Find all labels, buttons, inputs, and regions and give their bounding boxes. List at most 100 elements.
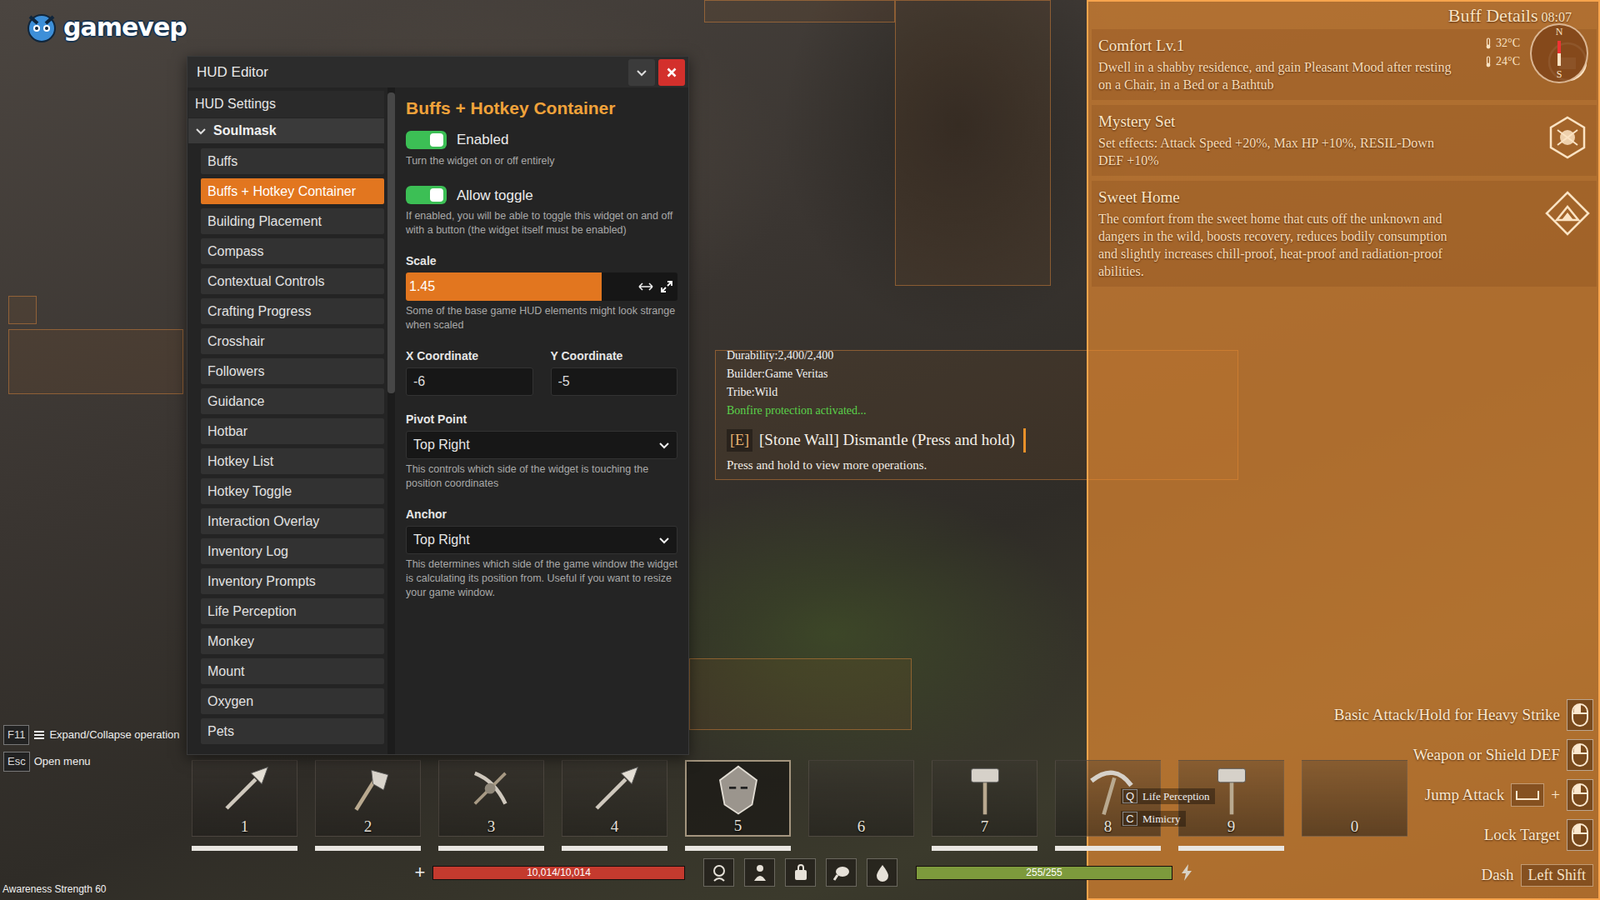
person-icon[interactable] [744, 858, 775, 887]
group-header[interactable]: Soulmask [188, 118, 385, 144]
dropdown-select[interactable]: Top Right [405, 430, 678, 460]
sidebar-item[interactable]: Buffs [200, 148, 385, 175]
sidebar-item-label: Hotbar [207, 421, 248, 442]
sidebar-item[interactable]: Pets [200, 718, 385, 745]
hotbar-slot[interactable]: 0 [1301, 760, 1408, 851]
control-label: Lock Target [1484, 825, 1560, 845]
sidebar-item[interactable]: Interaction Overlay [200, 508, 385, 535]
scale-slider[interactable]: 1.45 [405, 272, 678, 301]
sidebar-item[interactable]: Hotkey Toggle [200, 478, 385, 505]
coordinate-fields: X CoordinateY Coordinate [405, 349, 678, 396]
head-icon[interactable] [703, 858, 735, 887]
structure-info: Builder:Game Veritas [726, 365, 1026, 384]
settings-heading[interactable]: HUD Settings [188, 90, 385, 118]
horizontal-resize-icon [637, 281, 655, 292]
hotbar-slot[interactable]: 5 [685, 760, 791, 851]
toggle-switch[interactable] [405, 130, 447, 150]
sidebar-item-label: Monkey [207, 631, 255, 652]
skill-row: QLife Perception [1120, 788, 1215, 805]
dropdown-setting: AnchorTop RightThis determines which sid… [405, 507, 678, 600]
bag-icon[interactable] [785, 858, 816, 887]
hotbar-slot-frame[interactable]: 3 [438, 760, 545, 837]
collapse-button[interactable] [628, 59, 655, 86]
chevron-down-icon [195, 125, 207, 137]
temperature-readings: 32°C24°C [1484, 36, 1520, 69]
buff-text: Mystery SetSet effects: Attack Speed +20… [1098, 111, 1462, 170]
hotbar-slot[interactable]: 1 [191, 760, 298, 851]
close-button[interactable] [658, 59, 685, 86]
sidebar-item[interactable]: Building Placement [200, 208, 385, 235]
help-text: Some of the base game HUD elements might… [405, 304, 678, 333]
title-bar[interactable]: HUD Editor [187, 56, 689, 88]
sidebar-item[interactable]: Inventory Log [200, 538, 385, 565]
hotbar: 1234567890 [191, 760, 1408, 851]
hotbar-slot-frame[interactable]: 2 [315, 760, 421, 837]
hotbar-slot-frame[interactable]: 7 [931, 760, 1038, 837]
toggle-label: Allow toggle [456, 185, 534, 207]
hotbar-slot-frame[interactable]: 1 [191, 760, 298, 837]
expand-icon[interactable] [660, 280, 673, 293]
hotbar-slot-frame[interactable]: 5 [685, 760, 791, 837]
temperature-row: 24°C [1484, 55, 1520, 69]
scrollbar[interactable] [387, 87, 395, 755]
control-row: DashLeft Shift [1480, 858, 1594, 892]
interaction-overlay: Durability:2,400/2,400Builder:Game Verit… [726, 346, 1026, 475]
coordinate-input[interactable] [405, 367, 534, 396]
hotbar-slot-frame[interactable]: 0 [1301, 760, 1408, 837]
hotbar-slot[interactable]: 9 [1178, 760, 1285, 851]
slot-number: 6 [809, 817, 914, 836]
skill-key: Q [1122, 789, 1138, 804]
sidebar-item[interactable]: Buffs + Hotkey Container [200, 178, 385, 205]
stamina-reading: 255/255 [916, 866, 1172, 880]
skill-label: Mimicry [1142, 812, 1181, 826]
hotbar-slot[interactable]: 2 [315, 760, 421, 851]
hotbar-slot[interactable]: 7 [931, 760, 1038, 851]
hotbar-slot[interactable]: 6 [808, 760, 915, 851]
sidebar-item[interactable]: Hotbar [200, 418, 385, 445]
hotbar-slot[interactable]: 4 [561, 760, 668, 851]
structure-info: Tribe:Wild [726, 383, 1026, 402]
sidebar-item[interactable]: Compass [200, 238, 385, 265]
slot-number: 3 [439, 817, 544, 836]
vitals-bar: +10,014/10,014255/255 [414, 858, 1195, 887]
widget-outline [8, 329, 184, 395]
structure-info: Durability:2,400/2,400 [726, 346, 1026, 365]
action-hint: Press and hold to view more operations. [726, 455, 1026, 475]
compass-north: N [1555, 25, 1564, 39]
help-text: This controls which side of the widget i… [405, 462, 678, 491]
sidebar-item[interactable]: Crafting Progress [200, 298, 385, 325]
action-text: [Stone Wall] Dismantle (Press and hold) [759, 428, 1015, 453]
mouse-icon [1566, 779, 1594, 811]
sidebar-item[interactable]: Monkey [200, 628, 385, 655]
thermometer-icon [1484, 37, 1493, 50]
hotbar-slot-frame[interactable]: 4 [561, 760, 668, 837]
sidebar-item-label: Buffs + Hotkey Container [207, 181, 356, 202]
toggle-switch[interactable] [405, 185, 447, 205]
sidebar-item-label: Inventory Prompts [207, 571, 316, 592]
mouse-icon [1566, 699, 1594, 731]
sidebar-item[interactable]: Followers [200, 358, 385, 385]
dropdown-select[interactable]: Top Right [405, 525, 678, 555]
water-drop-icon[interactable] [866, 858, 898, 887]
meat-icon[interactable] [825, 858, 857, 887]
widget-sidebar: HUD SettingsSoulmask Buffs Buffs + Hotkey … [187, 87, 385, 755]
sidebar-item[interactable]: Inventory Prompts [200, 568, 385, 595]
sidebar-item[interactable]: Hotkey List [200, 448, 385, 475]
sidebar-item[interactable]: Crosshair [200, 328, 385, 355]
control-hints: Basic Attack/Hold for Heavy StrikeWeapon… [1334, 698, 1594, 892]
sidebar-item[interactable]: Guidance [200, 388, 385, 415]
sidebar-item[interactable]: Mount [200, 658, 385, 685]
sidebar-item[interactable]: Oxygen [200, 688, 385, 715]
coordinate-input[interactable] [550, 367, 679, 396]
scrollbar-thumb[interactable] [387, 92, 395, 394]
hotbar-slot[interactable]: 3 [438, 760, 545, 851]
hotbar-slot[interactable]: 8 [1055, 760, 1161, 851]
sidebar-item[interactable]: Life Perception [200, 598, 385, 625]
widget-outline [895, 0, 1051, 286]
sidebar-item-label: Followers [207, 361, 265, 382]
hotbar-slot-frame[interactable]: 6 [808, 760, 915, 837]
buff-row: Sweet HomeThe comfort from the sweet hom… [1091, 180, 1597, 287]
buff-name: Sweet Home [1098, 187, 1462, 208]
sidebar-item[interactable]: Contextual Controls [200, 268, 385, 295]
interaction-action[interactable]: [E][Stone Wall] Dismantle (Press and hol… [726, 428, 1026, 453]
